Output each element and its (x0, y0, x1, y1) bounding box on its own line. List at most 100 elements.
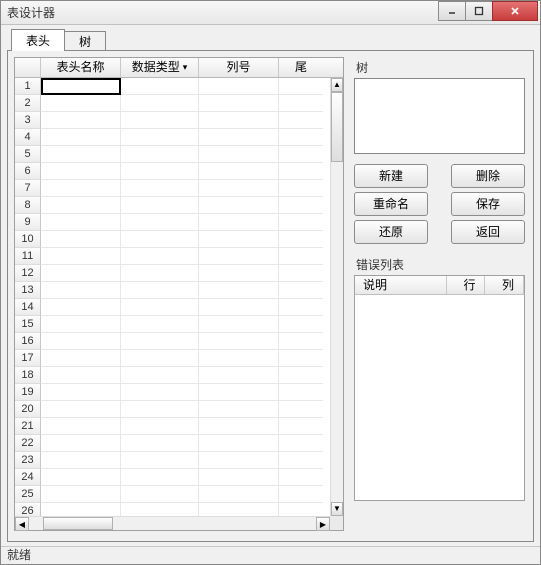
row-header[interactable]: 23 (15, 452, 41, 469)
row-header[interactable]: 18 (15, 367, 41, 384)
grid-cell[interactable] (41, 299, 121, 316)
grid-cell[interactable] (279, 435, 323, 452)
table-row[interactable]: 14 (15, 299, 330, 316)
grid-cell[interactable] (279, 214, 323, 231)
row-header[interactable]: 15 (15, 316, 41, 333)
row-header[interactable]: 5 (15, 146, 41, 163)
row-header[interactable]: 25 (15, 486, 41, 503)
grid-cell[interactable] (199, 282, 279, 299)
row-header[interactable]: 17 (15, 350, 41, 367)
grid-cell[interactable] (279, 282, 323, 299)
scroll-up-button[interactable]: ▲ (331, 78, 343, 92)
table-row[interactable]: 6 (15, 163, 330, 180)
row-header[interactable]: 1 (15, 78, 41, 95)
grid-cell[interactable] (279, 367, 323, 384)
grid-cell[interactable] (121, 384, 199, 401)
grid-cell[interactable] (121, 367, 199, 384)
table-row[interactable]: 19 (15, 384, 330, 401)
save-button[interactable]: 保存 (451, 192, 525, 216)
row-header[interactable]: 6 (15, 163, 41, 180)
grid-cell[interactable] (279, 486, 323, 503)
vertical-scrollbar[interactable]: ▲ ▼ (330, 78, 343, 516)
row-header[interactable]: 14 (15, 299, 41, 316)
grid-cell[interactable] (41, 163, 121, 180)
grid-cell[interactable] (121, 180, 199, 197)
grid-cell[interactable] (279, 316, 323, 333)
grid-cell[interactable] (199, 146, 279, 163)
grid-cell[interactable] (199, 384, 279, 401)
grid-cell[interactable] (41, 435, 121, 452)
scroll-left-button[interactable]: ◀ (15, 517, 29, 531)
grid-cell[interactable] (41, 180, 121, 197)
col-header-extra[interactable]: 尾 (279, 58, 323, 77)
row-header[interactable]: 8 (15, 197, 41, 214)
grid-cell[interactable] (121, 197, 199, 214)
grid-cell[interactable] (199, 316, 279, 333)
grid-cell[interactable] (279, 146, 323, 163)
grid-cell[interactable] (121, 95, 199, 112)
row-header[interactable]: 11 (15, 248, 41, 265)
grid-cell[interactable] (121, 333, 199, 350)
restore-button[interactable]: 还原 (354, 220, 428, 244)
table-row[interactable]: 20 (15, 401, 330, 418)
grid-cell[interactable] (279, 163, 323, 180)
grid-cell[interactable] (41, 282, 121, 299)
row-header[interactable]: 22 (15, 435, 41, 452)
row-header[interactable]: 12 (15, 265, 41, 282)
row-header[interactable]: 9 (15, 214, 41, 231)
col-header-type[interactable]: 数据类型▾ (121, 58, 199, 77)
row-header[interactable]: 20 (15, 401, 41, 418)
grid-cell[interactable] (199, 486, 279, 503)
minimize-button[interactable] (438, 1, 466, 21)
grid-cell[interactable] (279, 469, 323, 486)
grid-cell[interactable] (41, 486, 121, 503)
table-row[interactable]: 5 (15, 146, 330, 163)
grid-cell[interactable] (199, 418, 279, 435)
grid-cell[interactable] (279, 452, 323, 469)
grid-cell[interactable] (279, 401, 323, 418)
grid-cell[interactable] (41, 197, 121, 214)
grid-cell[interactable] (199, 95, 279, 112)
grid-cell[interactable] (121, 469, 199, 486)
table-row[interactable]: 8 (15, 197, 330, 214)
row-header[interactable]: 16 (15, 333, 41, 350)
title-bar[interactable]: 表设计器 (1, 1, 540, 25)
grid-cell[interactable] (199, 78, 279, 95)
table-row[interactable]: 18 (15, 367, 330, 384)
grid-cell[interactable] (199, 112, 279, 129)
table-row[interactable]: 3 (15, 112, 330, 129)
grid-cell[interactable] (41, 265, 121, 282)
grid-cell[interactable] (279, 350, 323, 367)
grid-cell[interactable] (279, 384, 323, 401)
table-row[interactable]: 25 (15, 486, 330, 503)
grid-cell[interactable] (279, 129, 323, 146)
tab-tree[interactable]: 树 (64, 31, 106, 51)
back-button[interactable]: 返回 (451, 220, 525, 244)
grid-cell[interactable] (199, 163, 279, 180)
vscroll-thumb[interactable] (331, 92, 343, 162)
grid-cell[interactable] (279, 503, 323, 516)
grid-cell[interactable] (279, 180, 323, 197)
row-header[interactable]: 21 (15, 418, 41, 435)
row-header[interactable]: 4 (15, 129, 41, 146)
grid-cell[interactable] (41, 452, 121, 469)
grid-cell[interactable] (121, 401, 199, 418)
col-header-colno[interactable]: 列号 (199, 58, 279, 77)
grid-cell[interactable] (41, 129, 121, 146)
grid-cell[interactable] (41, 503, 121, 516)
grid-cell[interactable] (199, 350, 279, 367)
table-row[interactable]: 21 (15, 418, 330, 435)
grid-cell[interactable] (121, 265, 199, 282)
grid-cell[interactable] (199, 180, 279, 197)
grid-cell[interactable] (41, 112, 121, 129)
row-header[interactable]: 26 (15, 503, 41, 516)
grid-cell[interactable] (121, 452, 199, 469)
tab-header[interactable]: 表头 (11, 29, 65, 51)
grid-cell[interactable] (199, 367, 279, 384)
table-row[interactable]: 16 (15, 333, 330, 350)
grid-cell[interactable] (41, 367, 121, 384)
grid-cell[interactable] (121, 350, 199, 367)
grid-cell[interactable] (199, 214, 279, 231)
delete-button[interactable]: 删除 (451, 164, 525, 188)
tree-box[interactable] (354, 78, 525, 154)
